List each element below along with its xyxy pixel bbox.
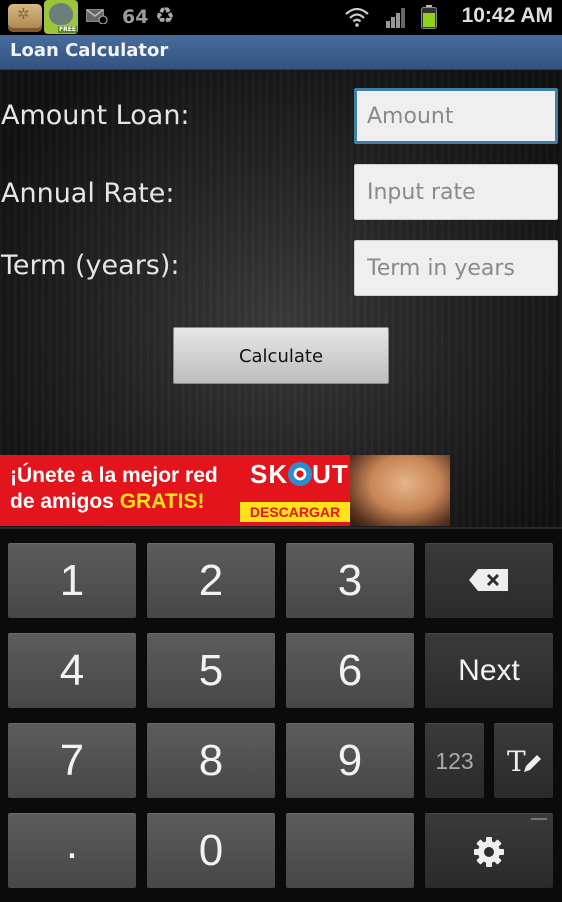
ad-line-1: ¡Únete a la mejor red — [10, 464, 218, 487]
settings-key[interactable] — [425, 813, 553, 888]
amount-loan-label: Amount Loan: — [1, 100, 190, 131]
free-badge: FREE — [58, 26, 77, 33]
next-key[interactable]: Next — [425, 633, 553, 708]
key-label: 5 — [198, 646, 224, 695]
skout-target-icon — [288, 462, 313, 486]
ad-photo — [350, 455, 450, 526]
key-6[interactable]: 6 — [286, 633, 414, 708]
skout-logo-right: UT — [312, 459, 349, 489]
title-bar: Loan Calculator — [0, 35, 562, 70]
ad-highlight: GRATIS! — [119, 490, 205, 513]
key-9[interactable]: 9 — [286, 723, 414, 798]
key-1[interactable]: 1 — [8, 543, 136, 618]
key-label: 0 — [198, 826, 224, 875]
key-0[interactable]: 0 — [147, 813, 275, 888]
key-hint-bar — [531, 818, 547, 820]
ad-line-2: de amigos GRATIS! — [10, 489, 218, 515]
text-edit-icon: T — [507, 745, 541, 778]
key-2[interactable]: 2 — [147, 543, 275, 618]
skout-logo: SK UT — [250, 459, 349, 490]
backspace-key[interactable] — [425, 543, 553, 618]
download-cta-button[interactable]: DESCARGAR — [240, 502, 350, 522]
key-label: 9 — [337, 736, 363, 785]
key-label: Next — [458, 654, 520, 687]
key-label: 123 — [435, 748, 474, 774]
app-title: Loan Calculator — [10, 40, 169, 61]
status-bar: FREE 64 ♻ 10:42 AM — [0, 0, 562, 35]
key-label: 7 — [59, 736, 85, 785]
space-key[interactable] — [286, 813, 414, 888]
key-4[interactable]: 4 — [8, 633, 136, 708]
key-label: 6 — [337, 646, 363, 695]
amount-input[interactable] — [354, 88, 558, 144]
recycle-icon: ♻ — [155, 4, 175, 29]
backspace-icon — [469, 569, 508, 591]
mode-123-key[interactable]: 123 — [425, 723, 484, 798]
skout-logo-left: SK — [250, 459, 289, 489]
key-label: 4 — [59, 646, 85, 695]
notification-count: 64 — [122, 6, 149, 28]
mahjong-app-icon — [8, 4, 42, 32]
battery-icon — [421, 5, 437, 29]
key-5[interactable]: 5 — [147, 633, 275, 708]
term-input[interactable] — [354, 240, 558, 296]
signal-strength-icon — [386, 8, 405, 28]
key-label: 3 — [337, 556, 363, 605]
rate-input[interactable] — [354, 164, 558, 220]
annual-rate-label: Annual Rate: — [1, 178, 175, 209]
svg-text:T: T — [507, 746, 526, 776]
key-7[interactable]: 7 — [8, 723, 136, 798]
calculate-button[interactable]: Calculate — [173, 327, 389, 384]
ad-headline: ¡Únete a la mejor red de amigos GRATIS! — [10, 463, 218, 515]
key-label: . — [65, 819, 79, 868]
key-label: 8 — [198, 736, 224, 785]
term-years-label: Term (years): — [1, 250, 180, 281]
key-decimal[interactable]: . — [8, 813, 136, 888]
talking-tom-app-icon: FREE — [44, 0, 78, 34]
ad-line-2-text: de amigos — [10, 490, 120, 513]
text-edit-key[interactable]: T — [494, 723, 553, 798]
key-label: 2 — [198, 556, 224, 605]
email-icon — [86, 9, 108, 24]
ad-banner[interactable]: ¡Únete a la mejor red de amigos GRATIS! … — [0, 455, 450, 526]
wifi-icon — [345, 7, 369, 27]
key-8[interactable]: 8 — [147, 723, 275, 798]
key-label: 1 — [59, 556, 85, 605]
settings-icon — [474, 837, 504, 867]
key-3[interactable]: 3 — [286, 543, 414, 618]
clock: 10:42 AM — [461, 4, 553, 27]
numeric-keyboard: 1 2 3 4 5 6 Next 7 8 9 123 T . 0 — [0, 527, 562, 902]
